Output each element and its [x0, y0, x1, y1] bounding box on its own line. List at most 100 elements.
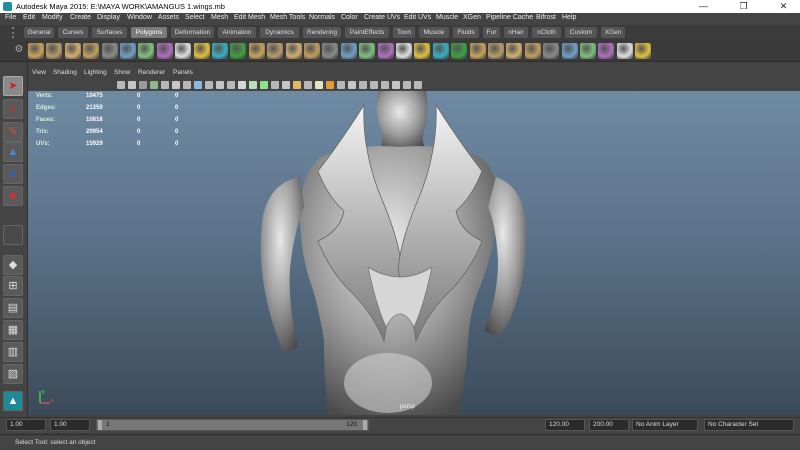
shelf-options-gear-icon[interactable]: ⚙	[13, 44, 25, 58]
playback-range-slider[interactable]: 1 120	[96, 419, 369, 431]
shelf-tab-rendering[interactable]: Rendering	[303, 27, 341, 38]
shelf-tab-surfaces[interactable]: Surfaces	[92, 27, 127, 38]
menu-normals[interactable]: Normals	[309, 14, 335, 21]
shelf-tab-nhair[interactable]: nHair	[504, 27, 528, 38]
current-start-field[interactable]: 1.00	[6, 419, 46, 431]
perspective-viewport[interactable]: Verts: 10475 0 0 Edges: 21359 0 0 Faces:…	[28, 91, 800, 415]
select-camera-icon[interactable]	[117, 81, 125, 89]
motion-blur-icon[interactable]	[392, 81, 400, 89]
depth-of-field-icon[interactable]	[414, 81, 422, 89]
poly-cube-icon[interactable]	[46, 43, 63, 59]
shelf-tab-fluids[interactable]: Fluids	[453, 27, 479, 38]
shelf-tab-deformation[interactable]: Deformation	[171, 27, 214, 38]
insert-loop-icon[interactable]	[432, 43, 449, 59]
xray-icon[interactable]	[337, 81, 345, 89]
resolution-gate-icon[interactable]	[183, 81, 191, 89]
shelf-tab-fur[interactable]: Fur	[483, 27, 500, 38]
panel-menu-show[interactable]: Show	[114, 69, 130, 76]
persp-hypershade-layout-button[interactable]: ▥	[3, 342, 23, 362]
rotate-tool-button[interactable]: ●	[3, 164, 23, 184]
separate-icon[interactable]	[267, 43, 284, 59]
mirror-icon[interactable]	[359, 43, 376, 59]
menu-edit[interactable]: Edit	[23, 14, 35, 21]
field-chart-icon[interactable]	[205, 81, 213, 89]
anti-alias-icon[interactable]	[403, 81, 411, 89]
select-tool-button[interactable]: ➤	[3, 76, 23, 96]
shelf-tab-general[interactable]: General	[24, 27, 54, 38]
poly-prism-icon[interactable]	[138, 43, 155, 59]
menu-muscle[interactable]: Muscle	[436, 14, 458, 21]
shelf-tab-polygons[interactable]: Polygons	[131, 27, 167, 38]
panel-menu-lighting[interactable]: Lighting	[84, 69, 107, 76]
wireframe-icon[interactable]	[238, 81, 246, 89]
flat-shade-icon[interactable]	[271, 81, 279, 89]
spherical-map-icon[interactable]	[598, 43, 615, 59]
character-set-dropdown[interactable]: No Character Set	[704, 419, 794, 431]
persp-outliner-layout-button[interactable]: ▤	[3, 298, 23, 318]
use-lights-icon[interactable]	[304, 81, 312, 89]
image-plane-icon[interactable]	[150, 81, 158, 89]
extrude-icon[interactable]	[469, 43, 486, 59]
append-icon[interactable]	[396, 43, 412, 59]
combine-icon[interactable]	[248, 43, 265, 59]
camera-attributes-icon[interactable]	[128, 81, 136, 89]
menu-create-uvs[interactable]: Create UVs	[364, 14, 400, 21]
smooth-icon[interactable]	[322, 43, 339, 59]
textured-icon[interactable]	[293, 81, 301, 89]
poly-platonic-icon[interactable]	[230, 43, 247, 59]
shelf-tab-curves[interactable]: Curves	[58, 27, 88, 38]
extract-icon[interactable]	[285, 43, 302, 59]
shelf-tab-ncloth[interactable]: nCloth	[532, 27, 561, 38]
range-start-handle[interactable]	[98, 420, 102, 430]
lasso-tool-button[interactable]: ➹	[3, 99, 23, 119]
isolate-select-icon[interactable]	[326, 81, 334, 89]
menu-color[interactable]: Color	[341, 14, 358, 21]
last-used-tool-button[interactable]	[3, 225, 23, 245]
range-end-handle[interactable]	[363, 420, 367, 430]
menu-help[interactable]: Help	[562, 14, 576, 21]
poly-torus-icon[interactable]	[120, 43, 136, 59]
poly-sphere-icon[interactable]	[28, 43, 44, 59]
offset-loop-icon[interactable]	[451, 43, 468, 59]
cylindrical-map-icon[interactable]	[580, 43, 596, 59]
menu-assets[interactable]: Assets	[158, 14, 179, 21]
shelf-tab-muscle[interactable]: Muscle	[419, 27, 449, 38]
menu-edit-uvs[interactable]: Edit UVs	[404, 14, 431, 21]
poly-pyramid-icon[interactable]	[156, 43, 173, 59]
poly-cylinder-icon[interactable]	[64, 43, 81, 59]
poly-plane-icon[interactable]	[101, 43, 118, 59]
safe-action-icon[interactable]	[216, 81, 224, 89]
gate-mask-icon[interactable]	[194, 81, 202, 89]
poly-soccer-ball-icon[interactable]	[212, 43, 228, 59]
planar-map-icon[interactable]	[561, 43, 578, 59]
split-icon[interactable]	[414, 43, 431, 59]
film-gate-icon[interactable]	[172, 81, 180, 89]
scale-tool-button[interactable]: ■	[3, 186, 23, 206]
minimize-button[interactable]: —	[690, 0, 717, 13]
poly-cone-icon[interactable]	[83, 43, 100, 59]
menu-xgen[interactable]: XGen	[463, 14, 481, 21]
shelf-tab-animation[interactable]: Animation	[218, 27, 256, 38]
bounding-box-icon[interactable]	[282, 81, 290, 89]
fill-hole-icon[interactable]	[377, 43, 394, 59]
shelf-tab-dynamics[interactable]: Dynamics	[260, 27, 299, 38]
move-tool-button[interactable]: ▲	[3, 142, 23, 162]
poly-helix-icon[interactable]	[193, 43, 210, 59]
panel-menu-renderer[interactable]: Renderer	[138, 69, 165, 76]
shelf-tab-toon[interactable]: Toon	[393, 27, 415, 38]
menu-modify[interactable]: Modify	[42, 14, 63, 21]
smooth-shade-icon[interactable]	[249, 81, 257, 89]
panel-menu-panels[interactable]: Panels	[173, 69, 193, 76]
shelf-tab-custom[interactable]: Custom	[565, 27, 597, 38]
menu-select[interactable]: Select	[185, 14, 204, 21]
shelf-tab-xgen[interactable]: XGen	[601, 27, 625, 38]
safe-title-icon[interactable]	[227, 81, 235, 89]
menu-edit-mesh[interactable]: Edit Mesh	[234, 14, 265, 21]
menu-pipeline-cache[interactable]: Pipeline Cache	[486, 14, 533, 21]
wireframe-on-shaded-icon[interactable]	[260, 81, 268, 89]
four-view-layout-button[interactable]: ⊞	[3, 276, 23, 296]
menu-display[interactable]: Display	[97, 14, 120, 21]
persp-graph-editor-layout-button[interactable]: ▧	[3, 364, 23, 384]
persp-graph-layout-button[interactable]: ▦	[3, 320, 23, 340]
shelf-tab-painteffects[interactable]: PaintEffects	[345, 27, 389, 38]
